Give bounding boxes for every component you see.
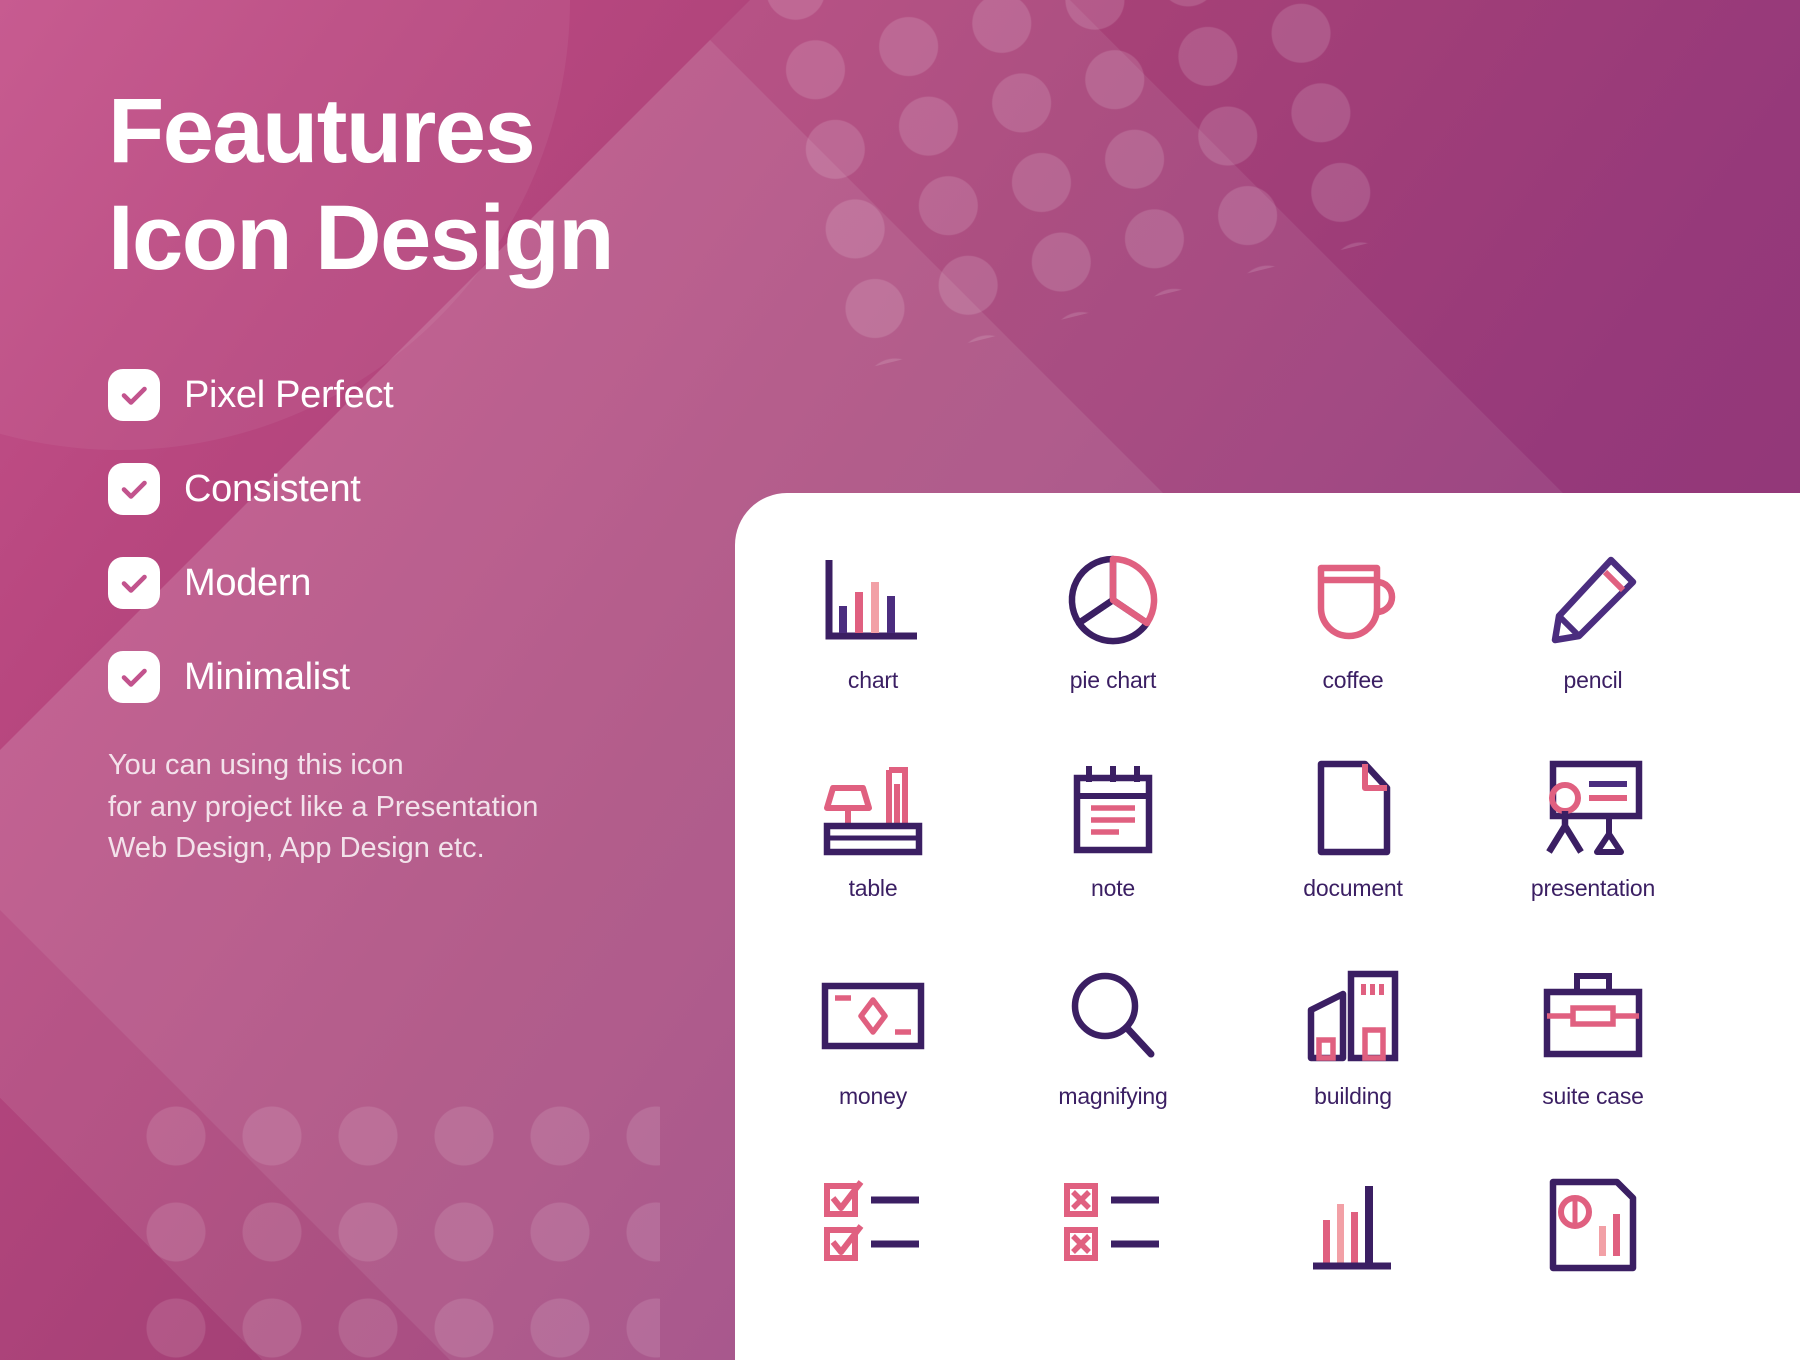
feature-item-modern[interactable]: Modern: [108, 557, 748, 610]
icon-label: document: [1303, 875, 1403, 901]
magnifying-glass-icon: [1065, 961, 1161, 1071]
banknote-icon: [819, 961, 927, 1071]
notepad-icon: [1069, 753, 1157, 863]
icon-cell-presentation[interactable]: presentation: [1473, 753, 1713, 961]
icon-label: money: [838, 1083, 908, 1109]
bar-chart-alt-icon: [1303, 1169, 1403, 1279]
icon-label: building: [1314, 1083, 1392, 1109]
checklist-crossed-icon: [1059, 1169, 1167, 1279]
checkbox-checked-icon[interactable]: [108, 557, 160, 610]
icon-cell-building[interactable]: building: [1233, 961, 1473, 1169]
icon-cell-pencil[interactable]: pencil: [1473, 545, 1713, 753]
icon-label: table: [848, 875, 898, 901]
icon-label: coffee: [1322, 667, 1384, 693]
icon-cell-coffee[interactable]: coffee: [1233, 545, 1473, 753]
icon-cell-money[interactable]: money: [753, 961, 993, 1169]
checkbox-checked-icon[interactable]: [108, 463, 160, 516]
icon-label: pie chart: [1069, 667, 1157, 693]
icon-grid: chart pie chart coffee pencil table note…: [735, 545, 1800, 1360]
left-content-column: Feautures Icon Design Pixel Perfect Cons…: [108, 78, 748, 869]
icon-label: suite case: [1542, 1083, 1644, 1109]
icon-cell-magnifying[interactable]: magnifying: [993, 961, 1233, 1169]
checkbox-checked-icon[interactable]: [108, 369, 160, 422]
decorative-dot-pattern-bottom: [140, 1100, 660, 1360]
icon-cell-financial-report[interactable]: [1473, 1169, 1713, 1360]
checklist-checked-icon: [819, 1169, 927, 1279]
feature-label: Pixel Perfect: [184, 373, 394, 416]
financial-report-icon: [1543, 1169, 1643, 1279]
description-text: You can using this icon for any project …: [108, 749, 539, 864]
briefcase-icon: [1539, 961, 1647, 1071]
icon-label: pencil: [1563, 667, 1623, 693]
icon-cell-chart[interactable]: chart: [753, 545, 993, 753]
feature-item-consistent[interactable]: Consistent: [108, 463, 748, 516]
desk-table-icon: [819, 753, 927, 863]
icon-label: note: [1091, 875, 1135, 901]
icon-cell-checklist-crossed[interactable]: [993, 1169, 1233, 1360]
presentation-board-icon: [1539, 753, 1647, 863]
icon-cell-checklist-checked[interactable]: [753, 1169, 993, 1360]
icon-cell-document[interactable]: document: [1233, 753, 1473, 961]
icon-label: magnifying: [1058, 1083, 1168, 1109]
icon-cell-table[interactable]: table: [753, 753, 993, 961]
poster-canvas: Feautures Icon Design Pixel Perfect Cons…: [0, 0, 1800, 1360]
feature-item-minimalist[interactable]: Minimalist: [108, 651, 748, 704]
feature-label: Minimalist: [184, 655, 350, 698]
feature-label: Modern: [184, 561, 312, 604]
pencil-icon: [1545, 545, 1641, 655]
coffee-cup-icon: [1303, 545, 1403, 655]
feature-label: Consistent: [184, 467, 361, 510]
icon-label: chart: [847, 667, 899, 693]
icon-cell-bar-chart-alt[interactable]: [1233, 1169, 1473, 1360]
page-title: Feautures Icon Design: [108, 80, 614, 289]
feature-item-pixel-perfect[interactable]: Pixel Perfect: [108, 369, 748, 422]
icon-cell-pie-chart[interactable]: pie chart: [993, 545, 1233, 753]
pie-chart-icon: [1065, 545, 1161, 655]
icon-cell-note[interactable]: note: [993, 753, 1233, 961]
icon-cell-suite-case[interactable]: suite case: [1473, 961, 1713, 1169]
document-icon: [1311, 753, 1395, 863]
bar-chart-icon: [823, 545, 923, 655]
checkbox-checked-icon[interactable]: [108, 651, 160, 704]
building-icon: [1303, 961, 1403, 1071]
icon-showcase-panel: chart pie chart coffee pencil table note…: [735, 493, 1800, 1360]
icon-label: presentation: [1530, 875, 1656, 901]
feature-list: Pixel Perfect Consistent Modern Minimali…: [108, 369, 748, 704]
